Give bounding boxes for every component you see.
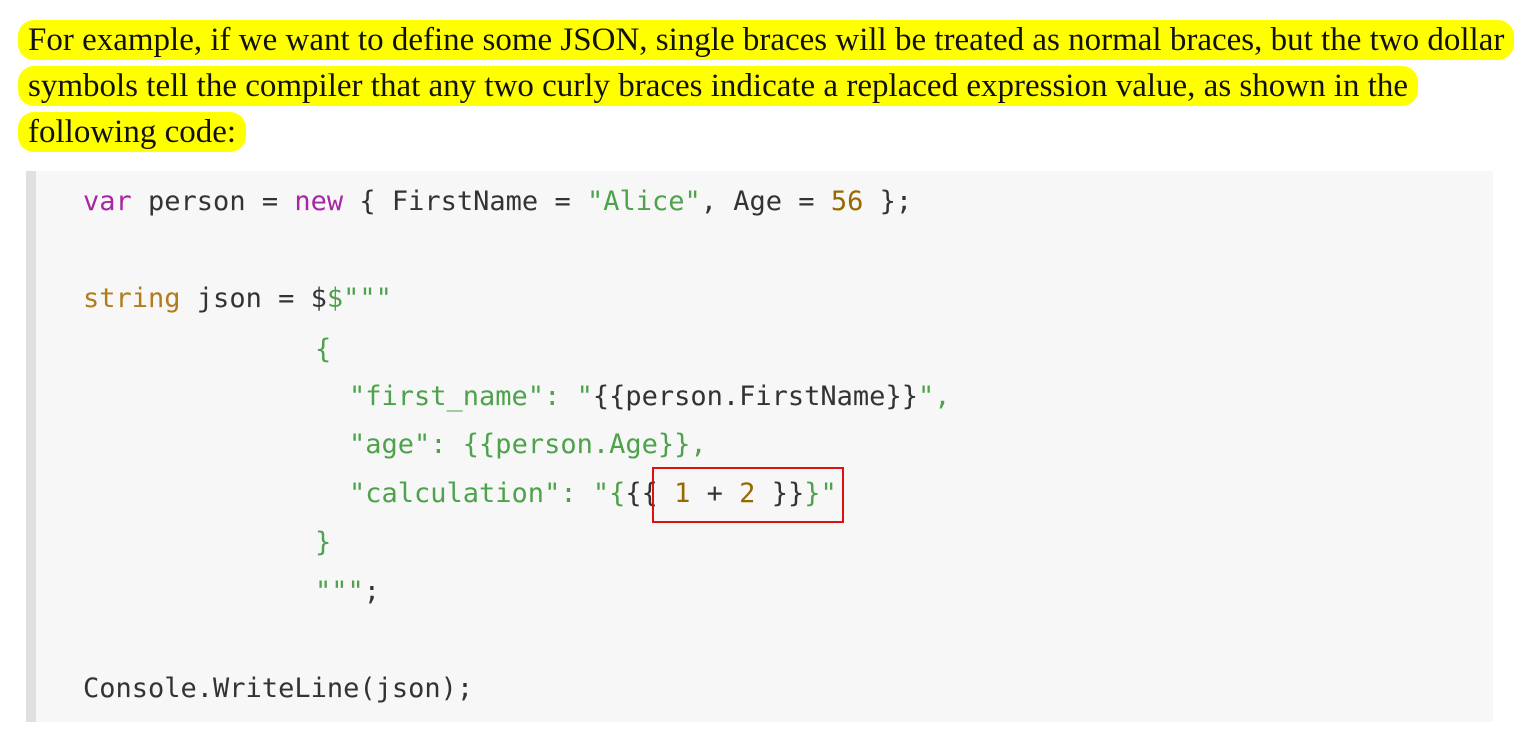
interpolation-expression: {{person.FirstName}}	[592, 381, 918, 412]
console-writeline: Console.WriteLine(json);	[83, 673, 474, 704]
type-string: string	[83, 283, 181, 314]
code-text: };	[863, 186, 913, 217]
code-line-9: """;	[315, 572, 380, 612]
string-segment: "age":	[349, 429, 463, 460]
string-segment: "calculation": "{	[349, 478, 626, 509]
string-literal: "Alice"	[586, 186, 701, 217]
code-text: json =	[180, 283, 311, 314]
dollar-sign: $	[310, 283, 327, 314]
code-block: var person = new { FirstName = "Alice", …	[26, 171, 1493, 722]
code-line-1: var person = new { FirstName = "Alice", …	[83, 182, 912, 222]
json-close-brace: }	[315, 527, 332, 558]
code-line-5: "first_name": "{{person.FirstName}}",	[349, 377, 950, 417]
json-open-brace: {	[315, 334, 332, 365]
code-line-11: Console.WriteLine(json);	[83, 669, 473, 709]
string-segment: "first_name": "	[349, 381, 593, 412]
keyword-var: var	[83, 186, 132, 217]
interpolation-expression: {{person.Age}}	[462, 429, 691, 460]
keyword-new: new	[294, 186, 344, 217]
string-segment: ",	[917, 381, 951, 412]
intro-paragraph: For example, if we want to define some J…	[18, 17, 1518, 155]
code-line-6: "age": {{person.Age}},	[349, 425, 707, 465]
code-line-8: }	[315, 523, 331, 563]
code-text: , Age =	[700, 186, 831, 217]
raw-string-close: """	[315, 576, 364, 607]
code-line-3: string json = $$"""	[83, 279, 392, 319]
string-segment: ,	[690, 429, 707, 460]
code-text: { FirstName =	[343, 186, 587, 217]
code-text: person =	[131, 186, 295, 217]
semicolon: ;	[363, 576, 381, 607]
number-literal: 56	[830, 186, 864, 217]
highlighted-text: For example, if we want to define some J…	[18, 20, 1515, 152]
highlight-box	[652, 467, 844, 523]
code-line-4: {	[315, 330, 331, 370]
raw-string-open: $"""	[326, 283, 392, 314]
